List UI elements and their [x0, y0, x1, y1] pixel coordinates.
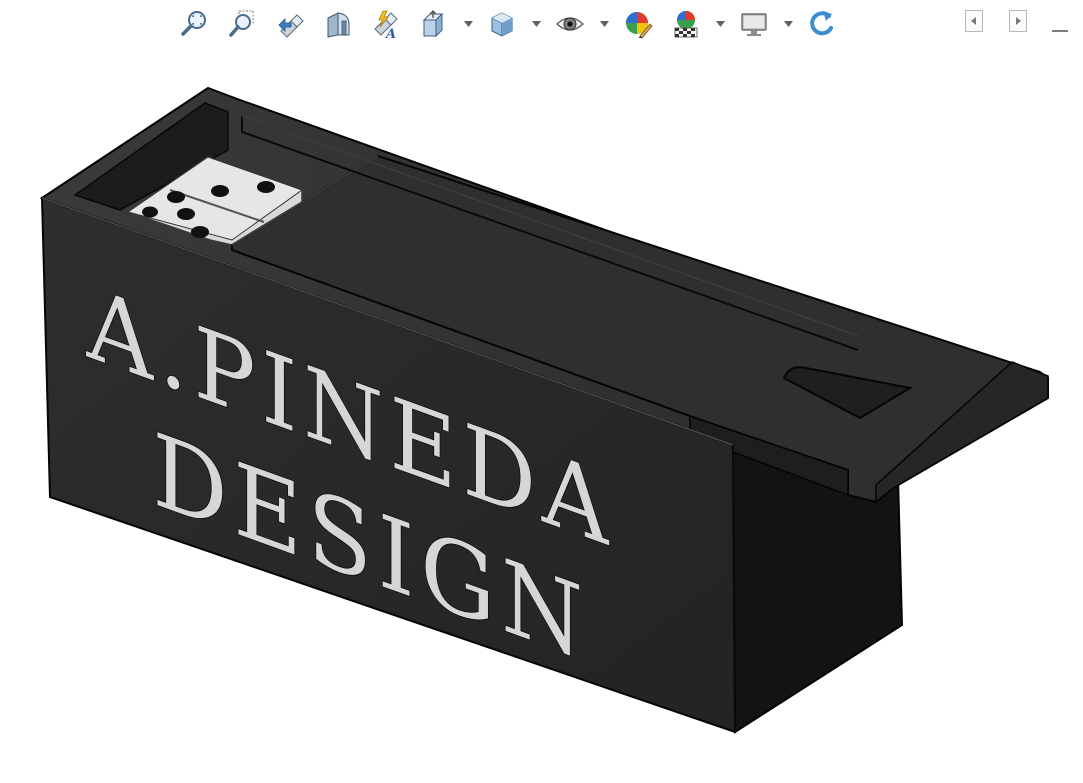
solidworks-graphics-area: A A.PINEDA DESIGN	[0, 0, 1083, 783]
domino-box-model[interactable]: A.PINEDA DESIGN	[0, 0, 1083, 783]
model-viewport[interactable]: A.PINEDA DESIGN	[0, 48, 1083, 783]
